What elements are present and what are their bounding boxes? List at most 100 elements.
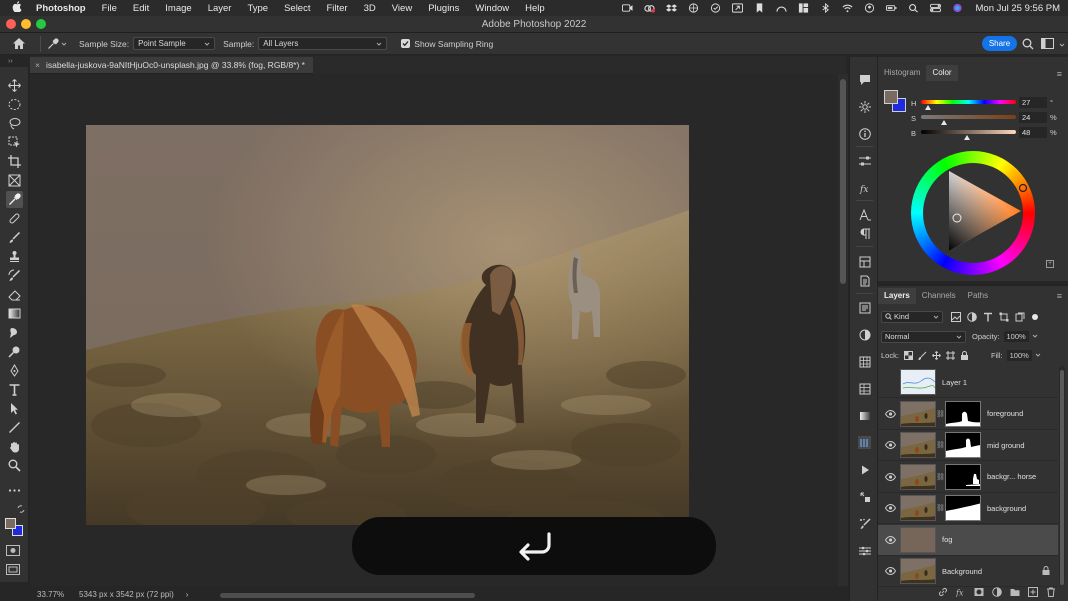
screen-record-icon[interactable]	[621, 4, 633, 13]
stamp-tool[interactable]	[6, 248, 23, 265]
channels-grid-icon[interactable]	[858, 355, 871, 368]
filter-adjustment-icon[interactable]	[967, 311, 977, 322]
tab-layers[interactable]: Layers	[878, 288, 916, 304]
type-tool[interactable]	[6, 381, 23, 398]
swatches-icon[interactable]	[858, 382, 871, 395]
home-button[interactable]	[4, 33, 34, 55]
gradient-tool[interactable]	[6, 305, 23, 322]
lock-pixels-icon[interactable]	[918, 351, 927, 360]
filter-toggle-icon[interactable]	[1031, 313, 1039, 321]
adjustments-sliders-icon[interactable]	[858, 154, 871, 167]
brush-settings-icon[interactable]	[858, 517, 871, 530]
menu-type[interactable]: Type	[247, 3, 268, 14]
menu-select[interactable]: Select	[284, 3, 310, 14]
lock-all-icon[interactable]	[960, 351, 969, 360]
layer-name[interactable]: fog	[942, 535, 952, 544]
menu-help[interactable]: Help	[525, 3, 545, 14]
adjustments-icon[interactable]	[858, 328, 871, 341]
menu-file[interactable]: File	[102, 3, 117, 14]
frame-tool[interactable]	[6, 172, 23, 189]
layer-name[interactable]: Background	[942, 567, 982, 576]
fill-value[interactable]: 100%	[1006, 350, 1032, 361]
grid-icon[interactable]	[798, 3, 809, 13]
menu-3d[interactable]: 3D	[364, 3, 376, 14]
layer-row[interactable]: ⛓ mid ground	[878, 430, 1058, 461]
tab-color[interactable]: Color	[926, 65, 958, 81]
properties-icon[interactable]	[858, 301, 871, 314]
filter-pixel-icon[interactable]	[951, 311, 961, 322]
filter-shape-icon[interactable]	[999, 312, 1009, 322]
mask-link-icon[interactable]: ⛓	[936, 504, 945, 512]
layer-name[interactable]: mid ground	[987, 441, 1025, 450]
layer-lock-icon[interactable]	[1042, 566, 1050, 577]
filter-type-icon[interactable]	[983, 312, 993, 322]
adjustment-layer-icon[interactable]	[992, 587, 1002, 597]
menu-app-photoshop[interactable]: Photoshop	[36, 3, 86, 14]
overlay-action-bar[interactable]	[352, 517, 716, 575]
pen-tool[interactable]	[6, 362, 23, 379]
actions-play-icon[interactable]	[858, 463, 871, 476]
more-tools-button[interactable]	[6, 482, 23, 499]
brush-tool[interactable]	[6, 229, 23, 246]
lock-position-icon[interactable]	[932, 351, 941, 360]
lasso-tool[interactable]	[6, 115, 23, 132]
layer-mask-thumbnail[interactable]	[945, 432, 981, 458]
comments-icon[interactable]	[858, 73, 871, 86]
layer-thumbnail[interactable]	[900, 558, 936, 584]
saturation-slider-knob[interactable]	[940, 120, 947, 125]
character-icon[interactable]	[858, 208, 871, 221]
menu-image[interactable]: Image	[165, 3, 191, 14]
workspace-icon[interactable]	[1041, 38, 1054, 51]
foreground-color-swatch[interactable]	[884, 90, 898, 104]
bookmark-icon[interactable]	[754, 3, 765, 13]
copilot-icon[interactable]	[710, 3, 721, 13]
brightness-value[interactable]: 48	[1019, 127, 1047, 138]
layers-scroll-thumb[interactable]	[1060, 370, 1064, 585]
fill-dropdown-icon[interactable]	[1035, 351, 1041, 360]
hand-tool[interactable]	[6, 438, 23, 455]
layer-row[interactable]: ⛓ foreground	[878, 399, 1058, 430]
canvas-area[interactable]	[30, 74, 838, 586]
line-tool[interactable]	[6, 419, 23, 436]
folder-icon[interactable]	[1010, 587, 1020, 597]
layer-row[interactable]: Layer 1	[878, 367, 1058, 398]
layer-mask-thumbnail[interactable]	[945, 495, 981, 521]
tab-histogram[interactable]: Histogram	[878, 65, 926, 81]
new-layer-icon[interactable]	[1028, 587, 1038, 597]
fx-icon[interactable]: fx	[956, 587, 966, 598]
vertical-scrollbar[interactable]	[838, 74, 848, 586]
layer-thumbnail[interactable]	[900, 495, 936, 521]
document-image[interactable]	[86, 125, 689, 525]
hue-track[interactable]	[921, 100, 1016, 104]
marquee-tool[interactable]	[6, 96, 23, 113]
show-sampling-ring-checkbox[interactable]	[401, 39, 411, 48]
search-icon[interactable]	[908, 4, 919, 13]
menu-edit[interactable]: Edit	[133, 3, 149, 14]
sample-select[interactable]: All Layers	[258, 37, 388, 50]
zoom-level[interactable]: 33.77%	[37, 590, 79, 599]
opacity-dropdown-icon[interactable]	[1032, 332, 1038, 341]
filter-smart-object-icon[interactable]	[1015, 312, 1025, 322]
healing-tool[interactable]	[6, 210, 23, 227]
menu-window[interactable]: Window	[475, 3, 509, 14]
bluetooth-icon[interactable]	[820, 3, 831, 13]
saturation-track[interactable]	[921, 115, 1016, 119]
layer-thumbnail[interactable]	[900, 369, 936, 395]
layers-scrollbar[interactable]	[1059, 366, 1065, 585]
panel-menu-icon[interactable]: ≡	[1057, 69, 1062, 79]
mask-link-icon[interactable]: ⛓	[936, 410, 945, 418]
close-tab-icon[interactable]: ×	[35, 60, 40, 70]
fx-styles-icon[interactable]: fx	[858, 181, 871, 194]
foreground-color-swatch[interactable]	[5, 518, 16, 529]
vpn-icon[interactable]	[688, 3, 699, 13]
saturation-value[interactable]: 24	[1019, 112, 1047, 123]
gradients-icon[interactable]	[858, 409, 871, 422]
vertical-scroll-thumb[interactable]	[840, 79, 846, 284]
quick-mask-icon[interactable]	[6, 545, 20, 558]
layer-thumbnail[interactable]	[900, 400, 936, 427]
color-wheel[interactable]	[911, 151, 1035, 275]
wifi-icon[interactable]	[842, 4, 853, 13]
menu-layer[interactable]: Layer	[208, 3, 232, 14]
zoom-tool[interactable]	[6, 457, 23, 474]
arc-icon[interactable]	[775, 4, 787, 13]
